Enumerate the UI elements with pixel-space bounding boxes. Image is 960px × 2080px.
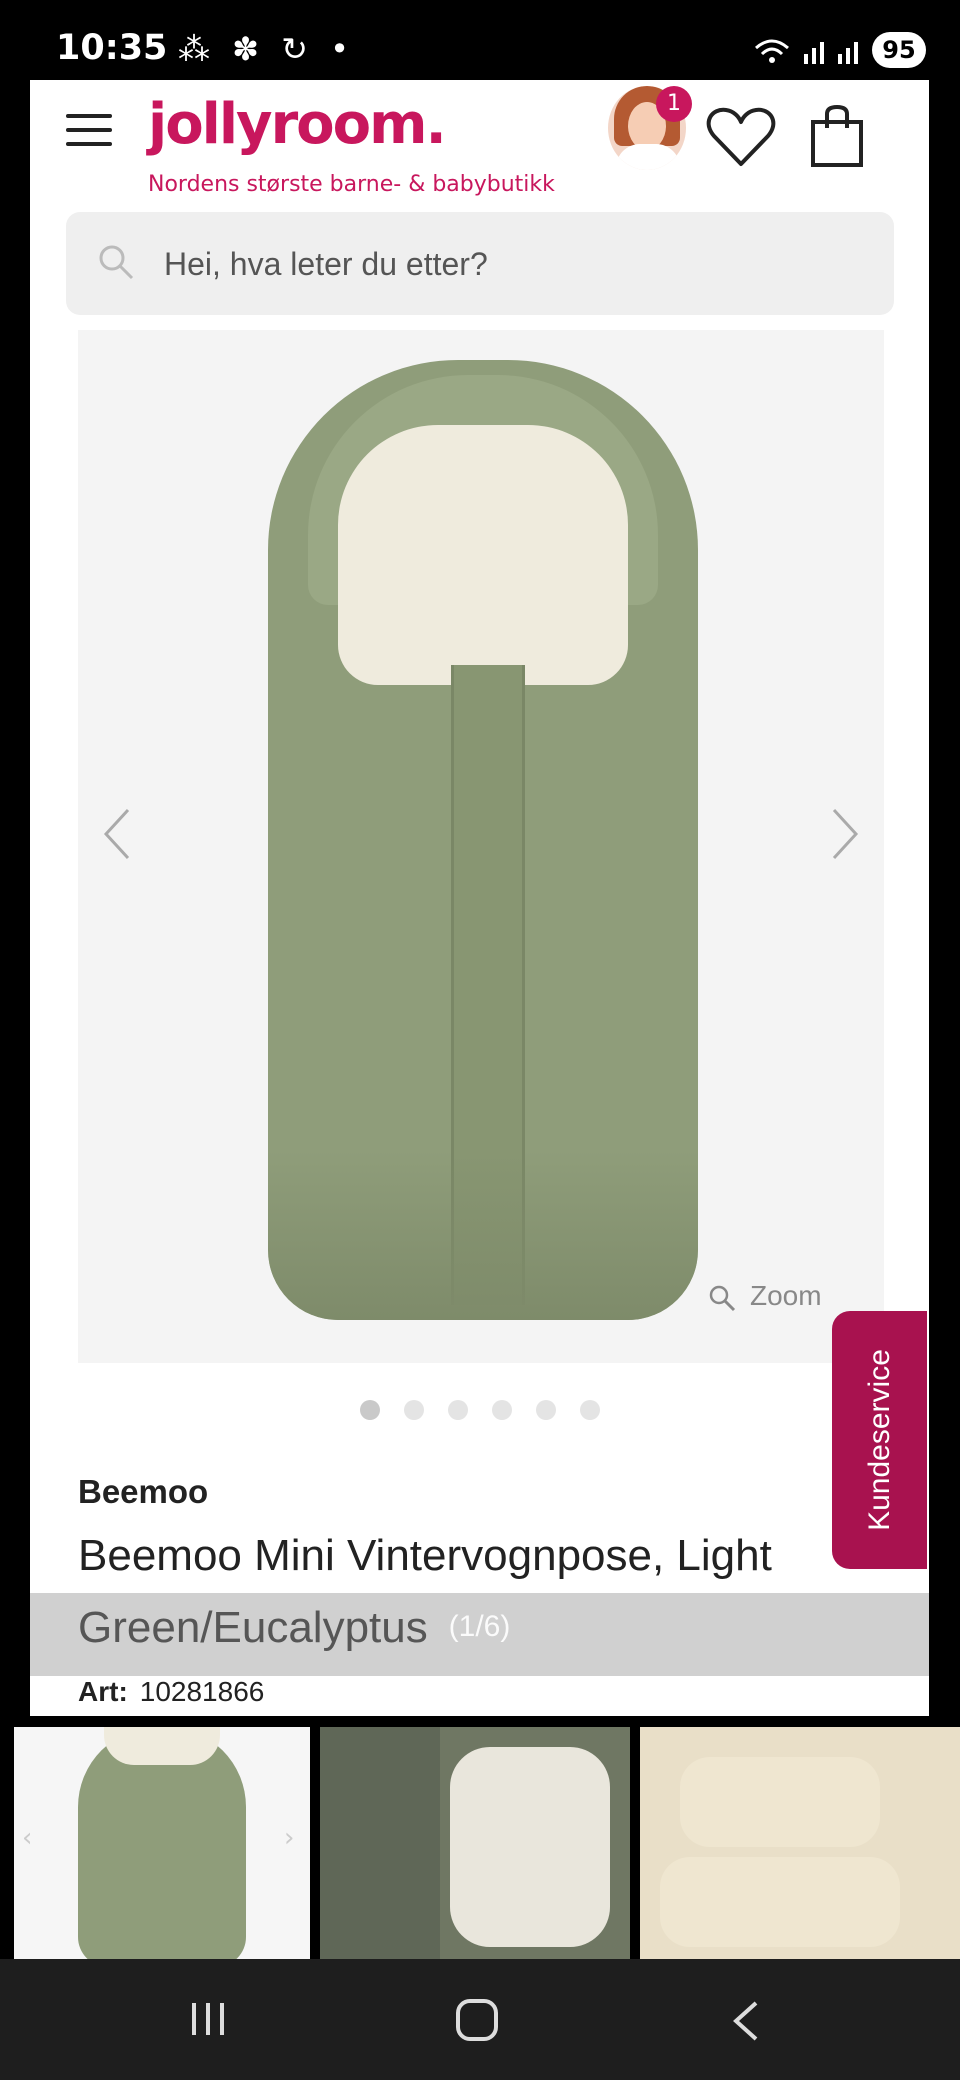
navigation-bar	[0, 1959, 960, 2080]
gallery-dot[interactable]	[447, 1400, 468, 1420]
chevron-left-icon: ‹	[22, 1823, 33, 1853]
thumbnail-2[interactable]	[320, 1727, 630, 1959]
signal-icon	[755, 39, 858, 64]
gallery-dot[interactable]	[535, 1400, 556, 1420]
search-input[interactable]	[162, 240, 846, 288]
battery-indicator: 95	[872, 32, 926, 68]
gallery-dots	[30, 1400, 929, 1424]
thumbnail-1[interactable]: ‹ ›	[14, 1727, 310, 1959]
chevron-right-icon: ›	[284, 1823, 295, 1853]
search-bar[interactable]	[66, 212, 894, 315]
heart-icon[interactable]	[706, 106, 776, 168]
web-page: jollyroom. Nordens største barne- & baby…	[30, 80, 929, 1716]
customer-service-tab[interactable]: Kundeservice	[832, 1311, 927, 1569]
search-icon	[99, 245, 134, 280]
status-notification-icons: ⁂ ✽ ↻ •	[178, 30, 356, 68]
menu-icon[interactable]	[66, 114, 112, 148]
thumbnail-3[interactable]	[640, 1727, 960, 1959]
status-bar: 10:35 ⁂ ✽ ↻ • 95	[0, 0, 960, 80]
gallery-dot[interactable]	[491, 1400, 512, 1420]
thumbnail-strip: ‹ ›	[0, 1727, 960, 1959]
product-brand[interactable]: Beemoo	[78, 1473, 208, 1511]
gallery-dot[interactable]	[579, 1400, 600, 1420]
article-value: 10281866	[139, 1676, 265, 1707]
article-number: Art: 10281866	[78, 1676, 264, 1708]
chevron-left-icon[interactable]	[102, 806, 132, 862]
magnifier-icon	[709, 1285, 736, 1311]
gallery-dot[interactable]	[359, 1400, 380, 1420]
customer-service-label: Kundeservice	[862, 1349, 896, 1531]
zoom-label: Zoom	[750, 1280, 822, 1311]
tagline: Nordens største barne- & babybutikk	[148, 172, 555, 197]
logo[interactable]: jollyroom.	[148, 92, 447, 157]
gallery-dot[interactable]	[403, 1400, 424, 1420]
image-counter: (1/6)	[448, 1610, 511, 1643]
home-icon[interactable]	[456, 1999, 498, 2041]
product-image-gallery[interactable]: Zoom	[78, 330, 884, 1363]
chevron-right-icon[interactable]	[830, 806, 860, 862]
bag-icon[interactable]	[810, 104, 864, 168]
recents-icon[interactable]	[188, 1999, 228, 2039]
notification-badge: 1	[656, 86, 692, 122]
back-icon[interactable]	[732, 1999, 760, 2043]
zoom-button[interactable]: Zoom	[708, 1280, 822, 1312]
status-time: 10:35	[56, 28, 168, 68]
article-label: Art:	[78, 1676, 128, 1707]
